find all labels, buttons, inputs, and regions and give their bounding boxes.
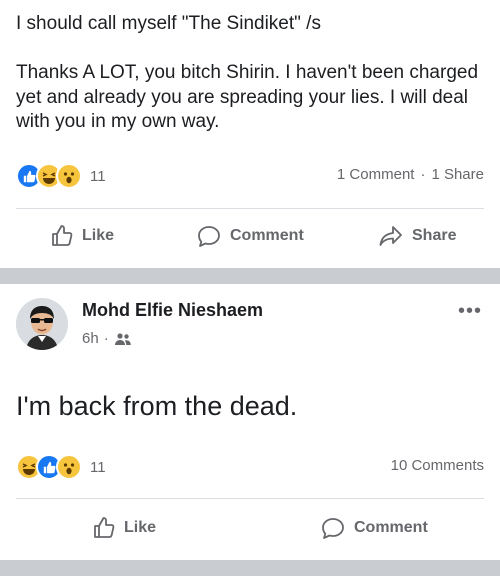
separator-dot: · [103,330,109,347]
thumbs-up-icon [94,517,115,538]
like-button[interactable]: Like [50,216,114,256]
divider [16,208,484,209]
like-button[interactable]: Like [92,508,156,548]
engagement-stats: 1 Comment · 1 Share [337,166,484,183]
feed-separator [0,268,500,284]
reaction-count: 11 [90,458,106,476]
comment-label: Comment [354,519,428,536]
post-actions: Like Comment [0,508,500,548]
share-button[interactable]: Share [378,216,456,256]
thumbs-up-icon [52,225,73,246]
share-arrow-icon [379,226,402,246]
post-text: I should call myself "The Sindiket" /s T… [16,13,479,132]
post-meta: 6h · [82,330,132,347]
comment-button[interactable]: Comment [196,216,304,256]
comment-button[interactable]: Comment [320,508,428,548]
comment-count-link[interactable]: 10 Comments [391,457,484,474]
like-label: Like [124,519,157,536]
reaction-summary[interactable]: 11 [16,163,106,189]
feed-separator [0,560,500,576]
reaction-summary[interactable]: 11 [16,454,106,480]
engagement-stats: 10 Comments [391,457,484,474]
avatar[interactable] [16,298,68,350]
comment-label: Comment [230,227,304,244]
comment-bubble-icon [322,518,344,539]
share-count-link[interactable]: 1 Share [431,166,484,183]
comment-bubble-icon [198,226,220,247]
more-options-icon[interactable]: ••• [458,300,482,323]
separator-dot: · [420,166,426,183]
profile-picture [16,298,68,350]
post-card: I should call myself "The Sindiket" /s T… [0,0,500,268]
friends-icon[interactable] [114,332,132,346]
post-card: Mohd Elfie Nieshaem 6h · ••• I'm back fr… [0,284,500,560]
author-name[interactable]: Mohd Elfie Nieshaem [82,300,263,321]
post-text: I'm back from the dead. [16,391,298,421]
comment-count-link[interactable]: 1 Comment [337,166,415,183]
wow-icon [56,454,82,480]
like-label: Like [82,227,115,244]
post-time[interactable]: 6h [82,330,99,347]
reaction-count: 11 [90,167,106,185]
wow-icon [56,163,82,189]
share-label: Share [412,227,457,244]
post-actions: Like Comment Share [0,216,500,256]
divider [16,498,484,499]
